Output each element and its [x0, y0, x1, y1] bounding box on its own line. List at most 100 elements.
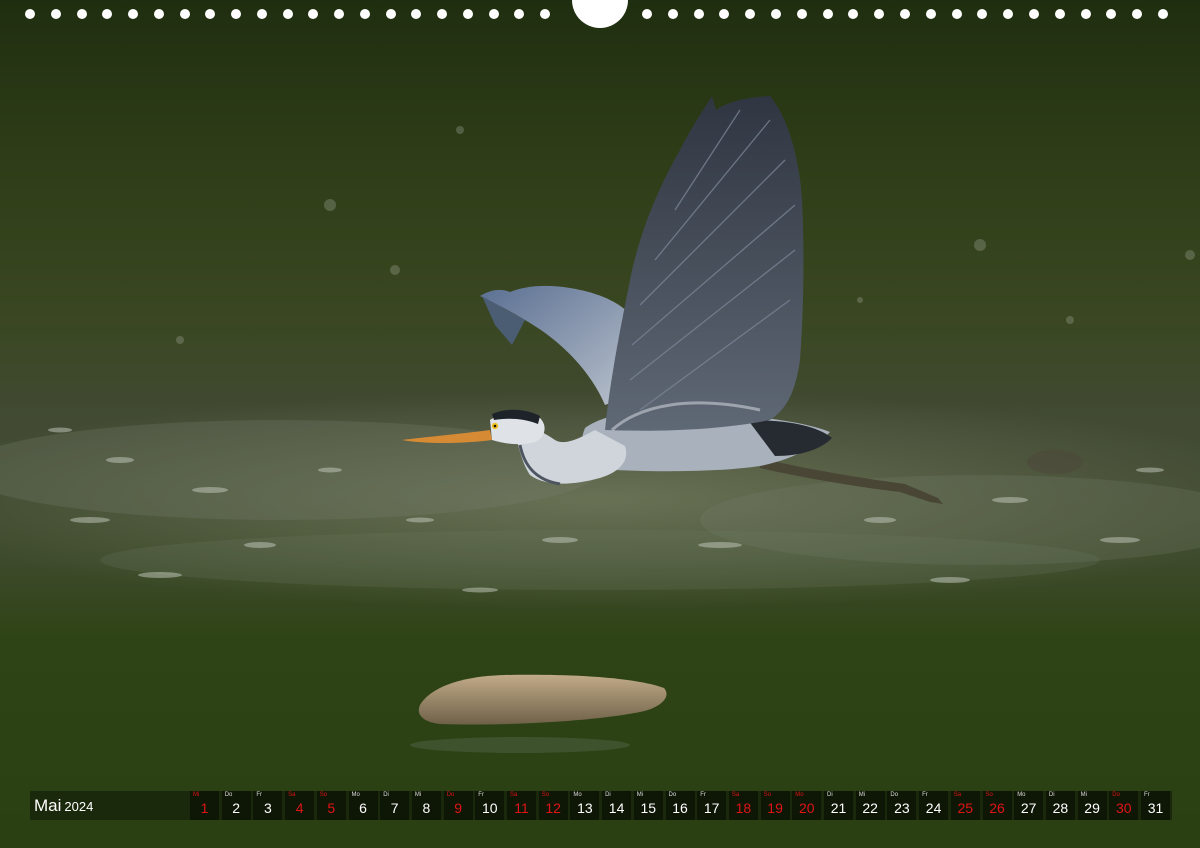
binding-hole — [231, 9, 241, 19]
day-number: 18 — [735, 800, 752, 816]
day-number: 11 — [514, 800, 529, 816]
day-cell: Mi 29 — [1077, 791, 1107, 820]
day-number: 3 — [263, 800, 272, 816]
binding-hole — [359, 9, 370, 19]
day-cell: Fr 17 — [697, 791, 727, 820]
binding-hole — [1003, 9, 1014, 19]
day-weekday: Sa — [510, 792, 518, 798]
day-number: 22 — [862, 800, 878, 816]
day-weekday: Do — [224, 792, 233, 798]
day-cell: Di 7 — [380, 791, 410, 820]
binding-hole — [128, 9, 138, 19]
day-number: 29 — [1084, 800, 1100, 816]
binding-hole — [514, 9, 525, 19]
binding-hole — [153, 9, 164, 19]
binding-hole — [642, 9, 652, 19]
day-cell: Mo 27 — [1014, 791, 1044, 820]
day-cell: Sa 4 — [285, 791, 315, 820]
day-number: 14 — [608, 800, 625, 816]
binding-hole — [771, 9, 781, 19]
day-cell: Di 14 — [602, 791, 632, 820]
day-weekday: Mi — [414, 792, 422, 798]
day-number: 10 — [482, 800, 498, 816]
heron-photo — [0, 0, 1200, 848]
binding-hole — [1080, 9, 1091, 19]
day-weekday: Fr — [256, 792, 263, 798]
day-cell: Mi 22 — [855, 791, 885, 820]
day-number: 8 — [422, 800, 431, 816]
day-cell: Fr 10 — [475, 791, 505, 820]
binding-hole — [50, 9, 61, 19]
binding-hole — [282, 9, 293, 19]
day-cell: So 12 — [538, 791, 568, 820]
binding-hole — [256, 9, 267, 19]
binding-hole — [874, 9, 885, 19]
binding-hole — [745, 9, 756, 19]
day-number: 20 — [799, 800, 815, 816]
binding-hole — [977, 9, 988, 19]
month-label: Mai 2024 — [34, 791, 93, 820]
day-cell: Do 16 — [665, 791, 695, 820]
day-cell: Fr 31 — [1141, 791, 1170, 820]
day-cell: Mo 6 — [348, 791, 378, 820]
day-weekday: Mi — [1080, 792, 1087, 798]
binding-hole — [25, 9, 35, 19]
day-number: 31 — [1147, 800, 1164, 816]
binding-hole — [179, 9, 190, 19]
calendar-page: Mai 2024 Mi 1 Do 2 Fr 3 Sa 4 So 5 Mo 6 Di 7 Mi 8 Do 9 Fr 10 S… — [0, 0, 1200, 848]
day-cell: Fr 24 — [919, 791, 949, 820]
day-weekday: Mo — [573, 792, 582, 798]
binding-hole — [385, 9, 396, 19]
day-cell: Do 2 — [221, 791, 251, 820]
day-cell: Sa 25 — [950, 791, 980, 820]
day-weekday: Di — [605, 792, 611, 798]
day-weekday: Fr — [922, 792, 928, 798]
day-number: 5 — [327, 800, 336, 816]
month-year: 2024 — [64, 799, 94, 814]
binding-hole — [719, 9, 730, 19]
day-cell: Mo 20 — [792, 791, 822, 820]
day-cell: Sa 11 — [507, 791, 536, 820]
binding-hole — [437, 9, 447, 19]
day-weekday: Fr — [478, 792, 484, 798]
day-number: 17 — [703, 800, 720, 816]
day-number: 27 — [1020, 800, 1037, 816]
binding-hole — [925, 9, 936, 19]
day-number: 19 — [767, 800, 783, 816]
day-weekday: Mo — [795, 792, 804, 798]
day-weekday: Do — [446, 792, 455, 798]
day-number: 15 — [640, 800, 657, 816]
day-number: 28 — [1052, 800, 1069, 816]
day-number: 16 — [672, 800, 688, 816]
day-cell: So 5 — [316, 791, 346, 820]
binding-hole — [693, 9, 704, 19]
day-cell: Di 28 — [1045, 791, 1075, 820]
day-number: 7 — [390, 800, 399, 816]
binding-hole — [411, 9, 422, 19]
day-number: 12 — [545, 800, 561, 816]
day-number: 2 — [232, 800, 241, 816]
day-number: 4 — [295, 800, 304, 816]
day-number: 24 — [925, 800, 942, 816]
binding-hole — [848, 9, 859, 19]
day-weekday: Di — [383, 792, 389, 798]
binding-hole — [1029, 9, 1039, 19]
spiral-binding — [0, 0, 1200, 28]
calendar-strip: Mai 2024 Mi 1 Do 2 Fr 3 Sa 4 So 5 Mo 6 Di 7 Mi 8 Do 9 Fr 10 S… — [30, 791, 1172, 820]
day-number: 21 — [830, 800, 847, 816]
day-weekday: Do — [668, 792, 677, 798]
day-weekday: Fr — [1144, 792, 1150, 798]
day-cell: Sa 18 — [728, 791, 758, 820]
day-weekday: Mi — [193, 792, 200, 798]
month-name: Mai — [34, 796, 62, 815]
binding-hole — [540, 9, 550, 19]
day-cell: Do 30 — [1109, 791, 1139, 820]
binding-hole — [334, 9, 344, 19]
binding-hole — [796, 9, 807, 19]
day-weekday: Fr — [700, 792, 706, 798]
day-number: 6 — [359, 800, 367, 816]
day-weekday: So — [985, 792, 993, 798]
day-number: 26 — [989, 800, 1005, 816]
day-number: 30 — [1116, 800, 1132, 816]
day-cell: Do 23 — [887, 791, 917, 820]
